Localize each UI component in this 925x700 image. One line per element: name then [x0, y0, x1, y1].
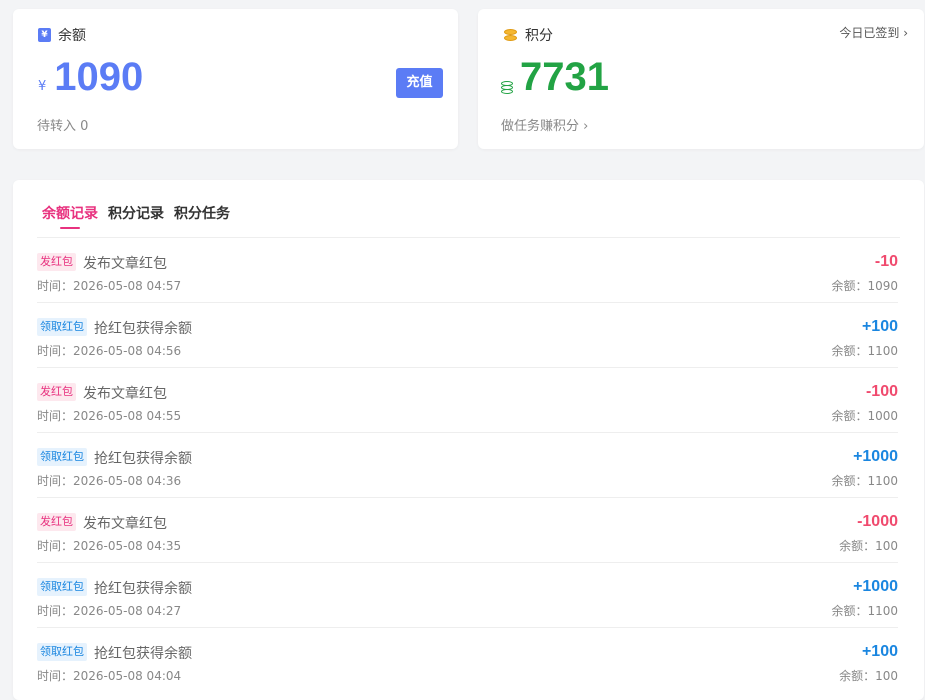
currency-symbol: ¥ [38, 79, 47, 94]
tab-points-records[interactable]: 积分记录 [108, 203, 164, 229]
balance-header: ¥ 余额 [38, 25, 86, 45]
balance-amount-row: ¥ 1090 [38, 57, 143, 97]
record-title: 发布文章红包 [83, 386, 167, 402]
record-list: 发红包 发布文章红包 时间：2026-05-08 04:57 -10 余额：10… [37, 238, 898, 692]
tab-points-tasks[interactable]: 积分任务 [174, 203, 230, 229]
record-balance: 余额：100 [839, 539, 898, 553]
pending-transfer: 待转入 0 [37, 119, 89, 134]
coins-icon [503, 28, 518, 43]
record-balance: 余额：100 [839, 669, 898, 683]
record-time: 时间：2026-05-08 04:36 [37, 474, 182, 488]
record-tag: 领取红包 [37, 318, 87, 336]
record-amount: -10 [874, 253, 898, 270]
recharge-button[interactable]: 充值 [396, 68, 443, 98]
record-title: 发布文章红包 [83, 256, 167, 272]
record-title: 抢红包获得余额 [94, 581, 192, 597]
record-tag: 发红包 [37, 513, 76, 531]
record-tag: 发红包 [37, 383, 76, 401]
list-item: 领取红包 抢红包获得余额 时间：2026-05-08 04:36 +1000 余… [37, 433, 898, 498]
record-time: 时间：2026-05-08 04:35 [37, 539, 182, 553]
balance-card: ¥ 余额 ¥ 1090 待转入 0 充值 [13, 9, 458, 149]
points-label: 积分 [525, 28, 553, 44]
record-tag: 领取红包 [37, 643, 87, 661]
record-amount: -100 [865, 383, 898, 400]
points-amount: 7731 [520, 55, 609, 99]
points-card: 积分 今日已签到 › 7731 做任务赚积分 › [478, 9, 924, 149]
record-time: 时间：2026-05-08 04:04 [37, 669, 182, 683]
record-amount: -1000 [857, 513, 898, 530]
record-title: 发布文章红包 [83, 516, 167, 532]
record-balance: 余额：1100 [831, 344, 898, 358]
record-balance: 余额：1100 [831, 604, 898, 618]
record-amount: +100 [861, 318, 898, 335]
record-time: 时间：2026-05-08 04:56 [37, 344, 182, 358]
record-tabs: 余额记录 积分记录 积分任务 [42, 203, 230, 229]
record-amount: +100 [861, 643, 898, 660]
record-amount: +1000 [853, 448, 898, 465]
record-tag: 领取红包 [37, 448, 87, 466]
list-item: 领取红包 抢红包获得余额 时间：2026-05-08 04:56 +100 余额… [37, 303, 898, 368]
record-title: 抢红包获得余额 [94, 321, 192, 337]
earn-points-link[interactable]: 做任务赚积分 › [501, 115, 588, 134]
record-balance: 余额：1100 [831, 474, 898, 488]
record-balance: 余额：1090 [831, 279, 898, 293]
record-time: 时间：2026-05-08 04:57 [37, 279, 182, 293]
points-amount-row: 7731 [501, 57, 609, 97]
points-header: 积分 [503, 25, 553, 45]
list-item: 发红包 发布文章红包 时间：2026-05-08 04:57 -10 余额：10… [37, 238, 898, 303]
record-title: 抢红包获得余额 [94, 451, 192, 467]
list-item: 发红包 发布文章红包 时间：2026-05-08 04:35 -1000 余额：… [37, 498, 898, 563]
record-title: 抢红包获得余额 [94, 646, 192, 662]
balance-amount: 1090 [54, 55, 144, 99]
tab-balance-records[interactable]: 余额记录 [42, 203, 98, 229]
list-item: 领取红包 抢红包获得余额 时间：2026-05-08 04:27 +1000 余… [37, 563, 898, 628]
record-balance: 余额：1000 [831, 409, 898, 423]
checkin-status-link[interactable]: 今日已签到 › [839, 24, 908, 41]
record-time: 时间：2026-05-08 04:27 [37, 604, 182, 618]
record-time: 时间：2026-05-08 04:55 [37, 409, 182, 423]
list-item: 发红包 发布文章红包 时间：2026-05-08 04:55 -100 余额：1… [37, 368, 898, 433]
record-tag: 领取红包 [37, 578, 87, 596]
wallet-icon: ¥ [38, 28, 51, 42]
record-tag: 发红包 [37, 253, 76, 271]
coin-stack-icon [501, 81, 513, 95]
records-card: 余额记录 积分记录 积分任务 发红包 发布文章红包 时间：2026-05-08 … [13, 180, 924, 700]
balance-label: 余额 [58, 28, 86, 44]
record-amount: +1000 [853, 578, 898, 595]
list-item: 领取红包 抢红包获得余额 时间：2026-05-08 04:04 +100 余额… [37, 628, 898, 692]
